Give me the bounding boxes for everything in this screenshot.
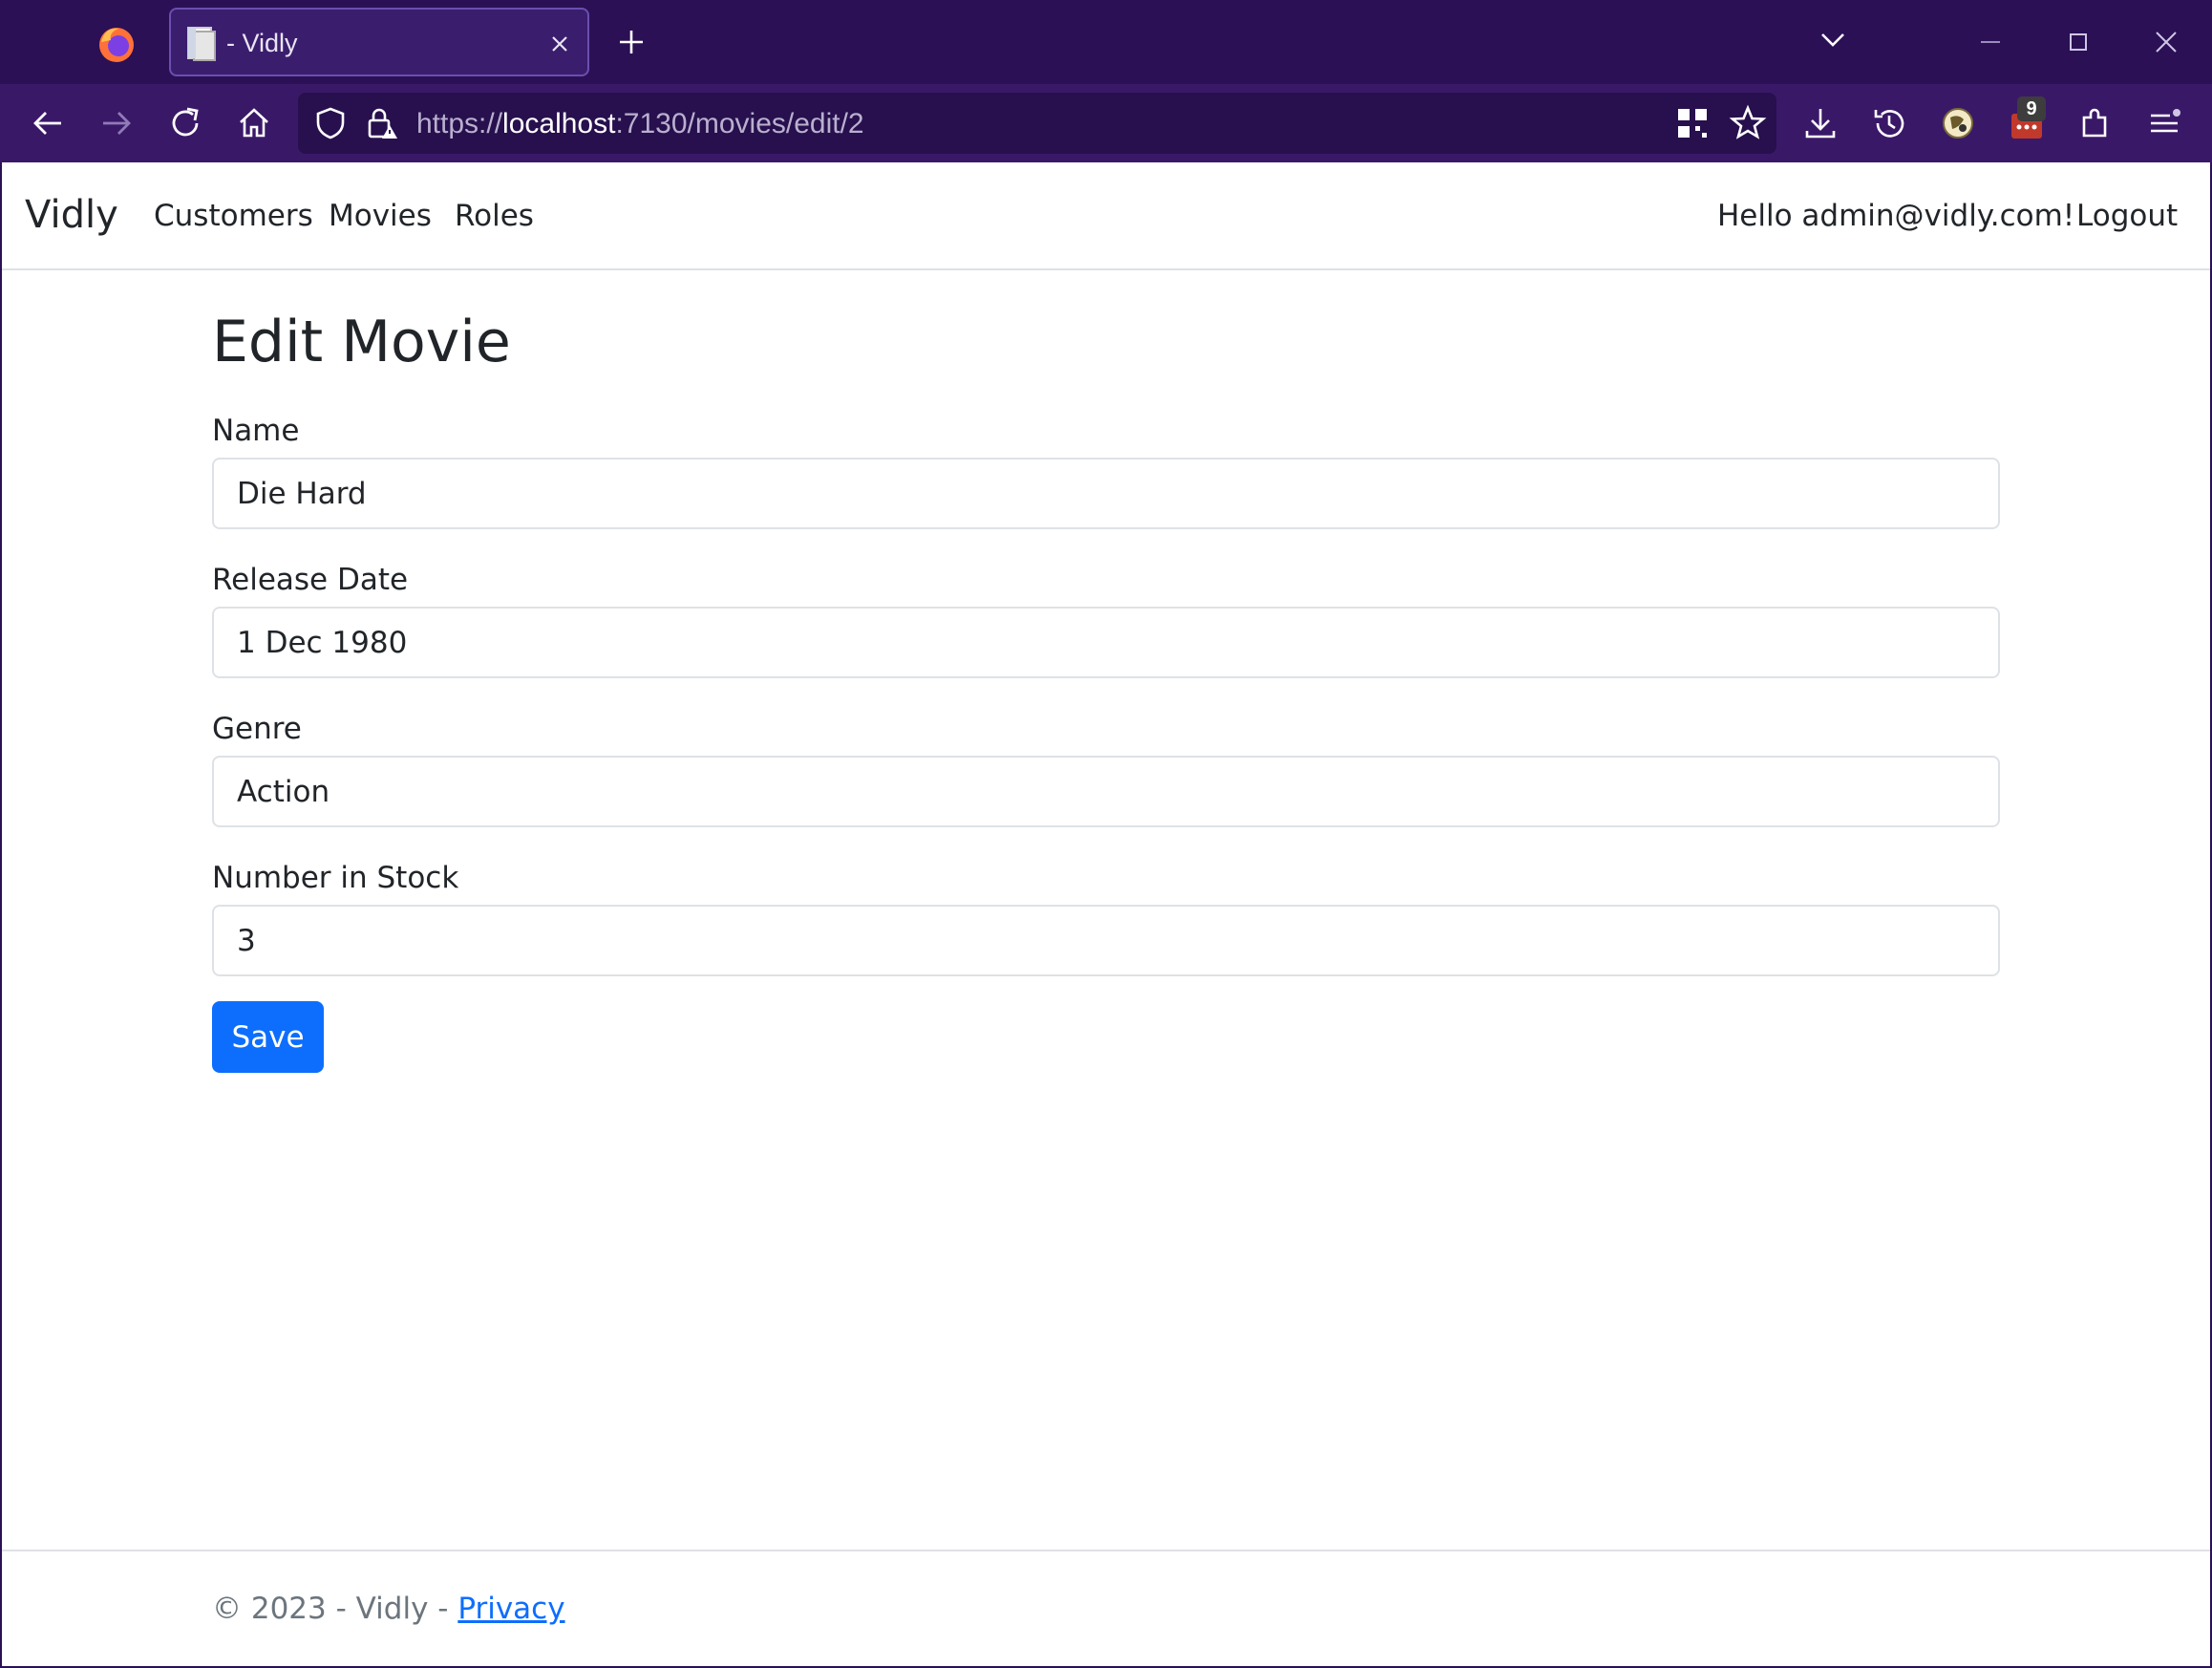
maximize-icon[interactable]: [2063, 27, 2094, 57]
chevron-down-icon[interactable]: [1819, 29, 1847, 52]
save-button[interactable]: Save: [212, 1001, 324, 1073]
new-tab-icon[interactable]: [616, 27, 647, 57]
back-icon[interactable]: [29, 104, 67, 142]
firefox-icon[interactable]: [96, 23, 138, 65]
site-footer: © 2023 - Vidly - Privacy: [2, 1550, 2210, 1666]
url-text[interactable]: https://localhost:7130/movies/edit/2: [416, 108, 864, 140]
footer-text: © 2023 - Vidly - Privacy: [212, 1592, 565, 1626]
page-viewport: Vidly Customers Movies Roles Hello admin…: [2, 162, 2210, 1666]
tab-title: - Vidly: [226, 29, 298, 57]
logout-link[interactable]: Logout: [2076, 199, 2178, 233]
extension-badge: 9: [2017, 96, 2046, 121]
minimize-icon[interactable]: [1975, 27, 2006, 57]
menu-icon[interactable]: [2145, 104, 2183, 142]
reload-icon[interactable]: [166, 104, 204, 142]
extensions-puzzle-icon[interactable]: [2076, 104, 2115, 142]
close-tab-icon[interactable]: [545, 30, 574, 58]
page-title: Edit Movie: [212, 309, 511, 375]
url-bar[interactable]: https://localhost:7130/movies/edit/2: [298, 93, 1776, 154]
url-host: localhost: [502, 108, 616, 139]
download-icon[interactable]: [1801, 104, 1840, 142]
url-scheme: https://: [416, 108, 503, 139]
release-date-label: Release Date: [212, 563, 409, 597]
browser-tab-active[interactable]: - Vidly: [169, 8, 589, 76]
lock-warning-icon[interactable]: [365, 106, 399, 140]
nav-link-movies[interactable]: Movies: [329, 199, 432, 233]
nav-link-customers[interactable]: Customers: [154, 199, 313, 233]
forward-icon[interactable]: [97, 104, 136, 142]
stock-label: Number in Stock: [212, 861, 459, 895]
home-icon[interactable]: [235, 104, 273, 142]
footer-copyright: © 2023 - Vidly -: [212, 1592, 458, 1626]
url-path: :7130/movies/edit/2: [615, 108, 864, 139]
release-date-input[interactable]: [212, 607, 2000, 678]
nav-link-roles[interactable]: Roles: [455, 199, 534, 233]
name-input[interactable]: [212, 458, 2000, 529]
stock-input[interactable]: [212, 905, 2000, 976]
extension-globe-icon[interactable]: [1939, 104, 1977, 142]
shield-icon[interactable]: [313, 106, 348, 140]
browser-titlebar: - Vidly: [0, 0, 2212, 84]
window-close-icon[interactable]: [2151, 27, 2181, 57]
bookmark-star-icon[interactable]: [1729, 104, 1767, 142]
name-label: Name: [212, 414, 300, 448]
site-navbar: Vidly Customers Movies Roles Hello admin…: [2, 162, 2210, 270]
page-icon: [187, 27, 216, 61]
brand-link[interactable]: Vidly: [25, 193, 118, 237]
genre-input[interactable]: [212, 756, 2000, 827]
user-greeting-link[interactable]: Hello admin@vidly.com!: [1717, 199, 2074, 233]
qr-code-icon[interactable]: [1675, 106, 1710, 140]
browser-toolbar: https://localhost:7130/movies/edit/2 9: [0, 84, 2212, 162]
genre-label: Genre: [212, 712, 302, 746]
privacy-link[interactable]: Privacy: [457, 1592, 564, 1626]
history-icon[interactable]: [1870, 104, 1908, 142]
